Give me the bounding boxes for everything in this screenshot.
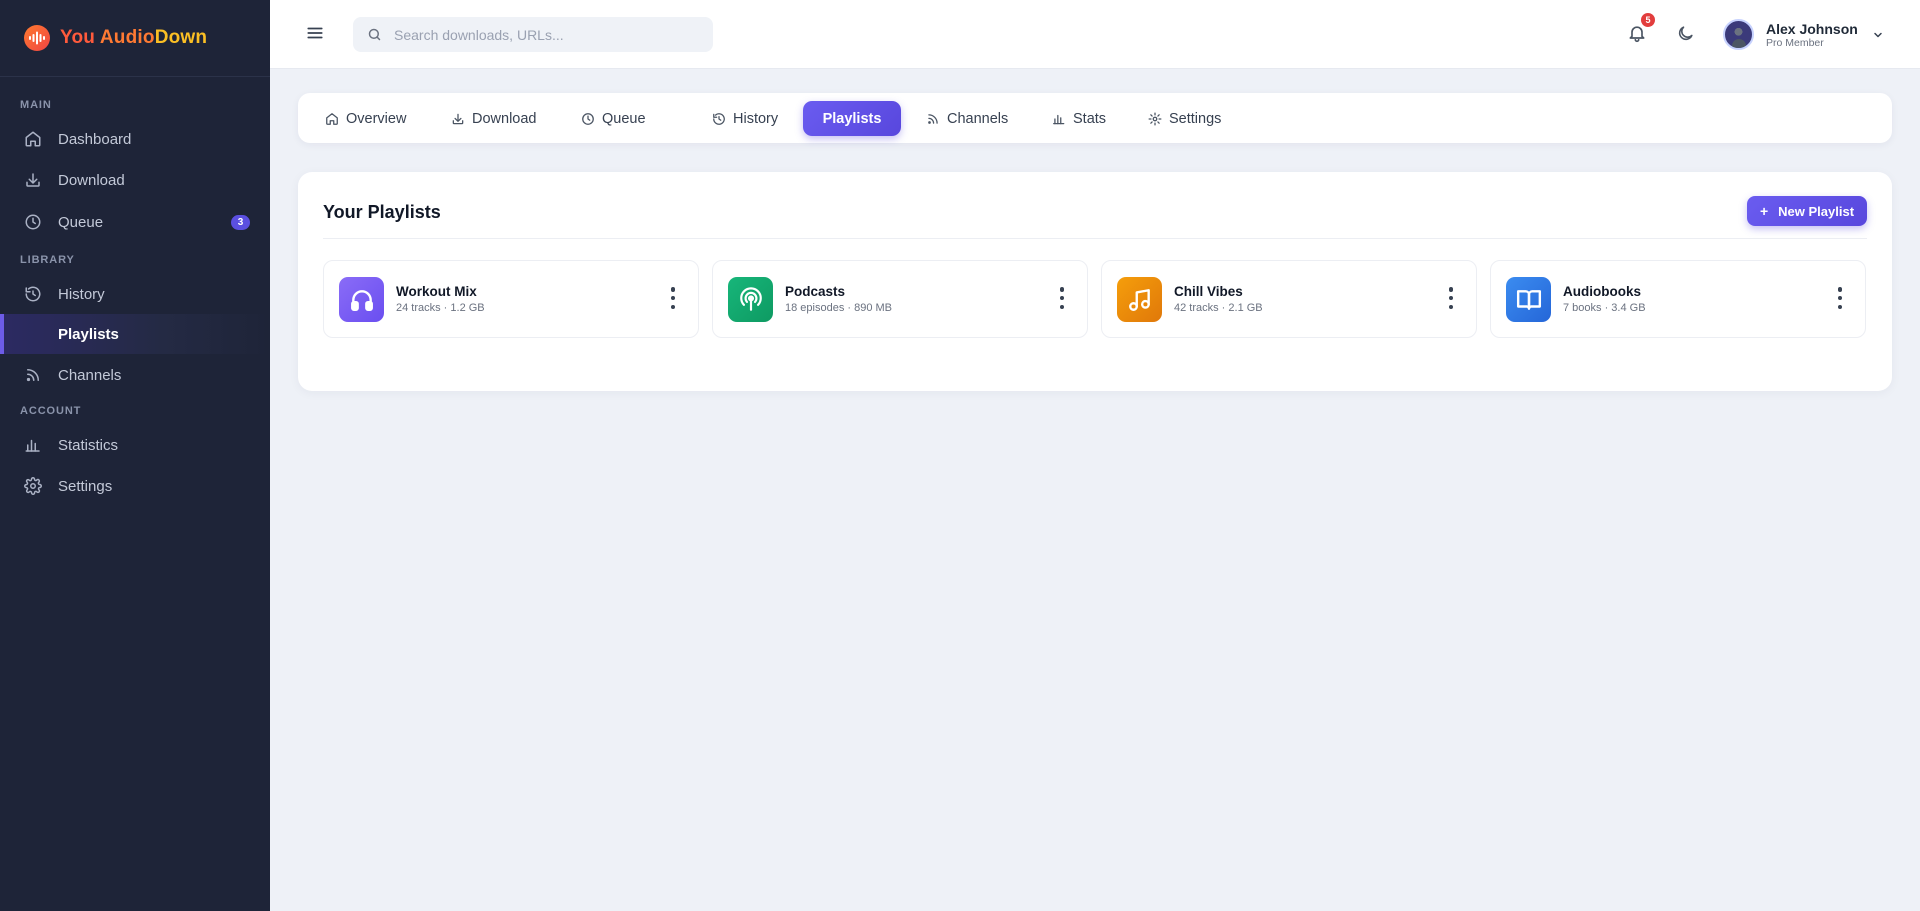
more-options-icon[interactable] (1837, 287, 1843, 309)
playlist-card-workout-mix[interactable]: Workout Mix 24 tracks · 1.2 GB (323, 260, 699, 338)
playlist-card-podcasts[interactable]: Podcasts 18 episodes · 890 MB (712, 260, 1088, 338)
history-icon (712, 112, 726, 126)
user-menu[interactable]: Alex Johnson Pro Member (1723, 18, 1893, 51)
bar-chart-icon (24, 436, 42, 454)
playlist-meta: 24 tracks · 1.2 GB (396, 302, 485, 314)
playlist-card-chill-vibes[interactable]: Chill Vibes 42 tracks · 2.1 GB (1101, 260, 1477, 338)
tab-settings[interactable]: Settings (1148, 101, 1221, 136)
user-name: Alex Johnson (1766, 20, 1858, 37)
headphones-icon (339, 277, 384, 322)
search-bar[interactable] (353, 17, 713, 52)
audio-wave-logo-icon (24, 25, 50, 51)
search-icon (367, 27, 382, 42)
playlist-name: Chill Vibes (1174, 284, 1243, 299)
sidebar-item-settings[interactable]: Settings (0, 466, 270, 506)
history-icon (24, 285, 42, 303)
playlist-name: Audiobooks (1563, 284, 1641, 299)
more-options-icon[interactable] (1059, 287, 1065, 309)
playlists-panel: Your Playlists + New Playlist Workout Mi… (298, 172, 1892, 391)
nav-section-library: LIBRARY (20, 254, 75, 266)
nav-section-account: ACCOUNT (20, 405, 82, 417)
sidebar-item-label: Playlists (58, 325, 119, 343)
home-icon (325, 112, 339, 126)
sidebar-item-label: Statistics (58, 436, 119, 454)
playlist-name: Workout Mix (396, 284, 477, 299)
download-icon (451, 112, 465, 126)
sidebar-item-label: Channels (58, 366, 122, 384)
chevron-down-icon (1872, 29, 1884, 41)
gear-icon (24, 477, 42, 495)
sidebar-item-label: Dashboard (58, 130, 132, 148)
podcast-icon (728, 277, 773, 322)
brand-name-part-you: You (60, 27, 100, 48)
playlist-name: Podcasts (785, 284, 846, 299)
tab-bar: Overview Download Queue History Playlist… (298, 93, 1892, 143)
nav-section-main: MAIN (20, 99, 52, 111)
clock-icon (581, 112, 595, 126)
notification-count-badge: 5 (1641, 13, 1655, 27)
more-options-icon[interactable] (670, 287, 676, 309)
hamburger-menu-icon[interactable] (306, 24, 324, 42)
topbar: 5 Alex Johnson Pro Member (270, 0, 1920, 69)
sidebar-item-label: Queue (58, 213, 104, 231)
download-icon (24, 171, 42, 189)
tab-history[interactable]: History (712, 101, 778, 136)
sidebar-item-label: Settings (58, 477, 113, 495)
clock-icon (24, 213, 42, 231)
music-note-icon (1117, 277, 1162, 322)
sidebar-item-download[interactable]: Download (0, 160, 270, 200)
playlist-icon (24, 325, 42, 343)
sidebar-item-label: History (58, 285, 105, 303)
tab-label: Settings (1169, 110, 1222, 127)
brand-name: You AudioDown (60, 27, 207, 49)
tab-stats[interactable]: Stats (1052, 101, 1106, 136)
bar-chart-icon (1052, 112, 1066, 126)
brand-name-part-down: Down (154, 27, 208, 48)
tab-label: Stats (1073, 110, 1107, 127)
tab-label: Channels (947, 110, 1009, 127)
tab-label: History (733, 110, 779, 127)
brand[interactable]: You AudioDown (0, 0, 270, 77)
tab-label: Playlists (822, 110, 882, 127)
sidebar-item-label: Download (58, 171, 125, 189)
tab-label: Overview (346, 110, 407, 127)
tab-overview[interactable]: Overview (325, 101, 406, 136)
book-icon (1506, 277, 1551, 322)
sidebar-item-queue[interactable]: Queue 3 (0, 202, 270, 242)
playlist-meta: 7 books · 3.4 GB (1563, 302, 1646, 314)
playlist-meta: 42 tracks · 2.1 GB (1174, 302, 1263, 314)
home-icon (24, 130, 42, 148)
tab-label: Download (472, 110, 537, 127)
playlist-meta: 18 episodes · 890 MB (785, 302, 893, 314)
rss-icon (926, 112, 940, 126)
sidebar-item-playlists[interactable]: Playlists (0, 314, 270, 354)
playlist-card-audiobooks[interactable]: Audiobooks 7 books · 3.4 GB (1490, 260, 1866, 338)
sidebar-item-dashboard[interactable]: Dashboard (0, 119, 270, 159)
tab-channels[interactable]: Channels (926, 101, 1008, 136)
brand-name-part-audio: Audio (99, 27, 155, 48)
tab-download[interactable]: Download (451, 101, 537, 136)
sidebar-item-statistics[interactable]: Statistics (0, 425, 270, 465)
tab-queue[interactable]: Queue (581, 101, 646, 136)
tab-playlists[interactable]: Playlists (803, 101, 901, 136)
avatar (1723, 19, 1754, 50)
divider (323, 238, 1867, 239)
rss-icon (24, 366, 42, 384)
plus-icon: + (1759, 203, 1769, 219)
new-playlist-button[interactable]: + New Playlist (1747, 196, 1867, 226)
tab-label: Queue (602, 110, 646, 127)
panel-title: Your Playlists (323, 202, 441, 222)
sidebar: You AudioDown MAIN Dashboard Download Qu… (0, 0, 270, 911)
gear-icon (1148, 112, 1162, 126)
sidebar-item-history[interactable]: History (0, 274, 270, 314)
user-role: Pro Member (1766, 36, 1824, 49)
queue-count-badge: 3 (231, 215, 250, 230)
sidebar-item-channels[interactable]: Channels (0, 355, 270, 395)
dark-mode-toggle-moon-icon[interactable] (1676, 24, 1695, 43)
more-options-icon[interactable] (1448, 287, 1454, 309)
new-playlist-button-label: New Playlist (1778, 203, 1855, 219)
search-input[interactable] (394, 26, 694, 43)
